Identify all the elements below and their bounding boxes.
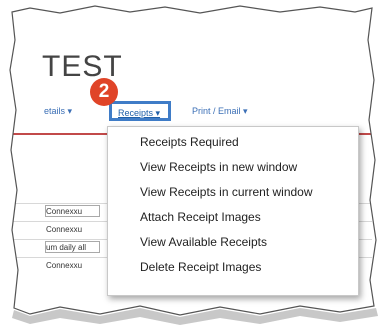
torn-paper-edge (0, 0, 385, 326)
